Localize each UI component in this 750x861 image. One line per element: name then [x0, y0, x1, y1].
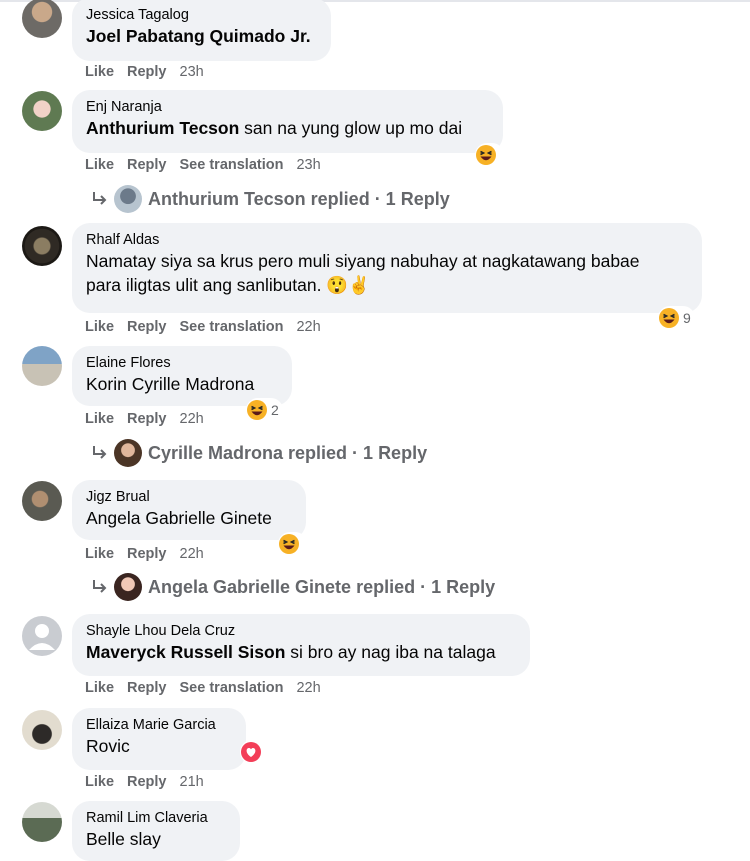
avatar[interactable] — [22, 91, 62, 131]
reply-summary-text: Anthurium Tecson replied · 1 Reply — [148, 188, 450, 209]
mention-link[interactable]: Angela Gabrielle Ginete — [86, 508, 272, 528]
view-replies-link[interactable]: Angela Gabrielle Ginete replied · 1 Repl… — [88, 573, 496, 601]
see-translation-link[interactable]: See translation — [180, 680, 284, 696]
comment-author[interactable]: Shayle Lhou Dela Cruz — [86, 622, 516, 640]
mention-link[interactable]: Rovic — [86, 736, 130, 756]
comment-bubble: Elaine Flores Korin Cyrille Madrona — [72, 346, 292, 406]
reply-button[interactable]: Reply — [127, 774, 167, 790]
reply-arrow-icon — [93, 446, 107, 459]
reply-summary-text: Cyrille Madrona replied · 1 Reply — [148, 442, 428, 463]
mention-link[interactable]: Joel Pabatang Quimado Jr. — [86, 26, 311, 46]
avatar[interactable] — [22, 802, 62, 842]
comment-bubble: Rhalf Aldas Namatay siya sa krus pero mu… — [72, 223, 702, 313]
comment-text: Angela Gabrielle Ginete — [86, 506, 292, 530]
avatar[interactable] — [22, 226, 62, 266]
comment-bubble: Shayle Lhou Dela Cruz Maveryck Russell S… — [72, 614, 530, 676]
like-button[interactable]: Like — [85, 774, 114, 790]
comment-text: Anthurium Tecson san na yung glow up mo … — [86, 118, 463, 138]
reply-arrow-icon — [93, 192, 107, 205]
reply-button[interactable]: Reply — [127, 680, 167, 696]
comment-bubble: Ellaiza Marie Garcia Rovic — [72, 708, 246, 770]
comment-actions: Like Reply See translation 23h — [85, 157, 334, 175]
comment-author[interactable]: Ramil Lim Claveria — [86, 809, 226, 827]
haha-reaction-icon — [279, 534, 299, 554]
comment-actions: Like Reply 22h — [85, 411, 217, 429]
comment-text: Belle slay — [86, 829, 161, 849]
mention-link[interactable]: Korin Cyrille Madrona — [86, 374, 254, 394]
reaction-summary[interactable]: 2 — [246, 398, 283, 422]
view-replies-link[interactable]: Anthurium Tecson replied · 1 Reply — [88, 185, 450, 213]
comment-author[interactable]: Jigz Brual — [86, 488, 292, 506]
see-translation-link[interactable]: See translation — [180, 157, 284, 173]
reply-avatar — [114, 439, 142, 467]
like-button[interactable]: Like — [85, 319, 114, 335]
like-button[interactable]: Like — [85, 680, 114, 696]
comment-timestamp[interactable]: 23h — [296, 157, 320, 173]
comment-timestamp[interactable]: 22h — [180, 411, 204, 427]
reply-arrow-icon — [93, 580, 107, 593]
comment-timestamp[interactable]: 22h — [296, 680, 320, 696]
comment-author[interactable]: Rhalf Aldas — [86, 231, 688, 249]
comment-actions: Like Reply 21h — [85, 774, 217, 792]
reaction-summary[interactable] — [240, 740, 269, 764]
reaction-count: 2 — [271, 402, 279, 418]
comment-actions: Like Reply 23h — [85, 64, 217, 82]
default-avatar-icon — [29, 624, 55, 650]
reply-avatar — [114, 573, 142, 601]
see-translation-link[interactable]: See translation — [180, 319, 284, 335]
reaction-summary[interactable]: 9 — [658, 306, 695, 330]
comment-bubble: Ramil Lim Claveria Belle slay — [72, 801, 240, 861]
comment-text: Korin Cyrille Madrona — [86, 372, 278, 396]
haha-reaction-icon — [247, 400, 267, 420]
reply-button[interactable]: Reply — [127, 546, 167, 562]
reply-button[interactable]: Reply — [127, 411, 167, 427]
reply-avatar — [114, 185, 142, 213]
haha-reaction-icon — [476, 145, 496, 165]
reply-button[interactable]: Reply — [127, 319, 167, 335]
avatar[interactable] — [22, 481, 62, 521]
love-reaction-icon — [241, 742, 261, 762]
comment-timestamp[interactable]: 23h — [180, 64, 204, 80]
avatar[interactable] — [22, 0, 62, 38]
mention-link[interactable]: Belle — [86, 829, 125, 849]
comment-bubble: Jigz Brual Angela Gabrielle Ginete — [72, 480, 306, 540]
avatar[interactable] — [22, 710, 62, 750]
reaction-summary[interactable] — [475, 143, 504, 167]
comment-timestamp[interactable]: 21h — [180, 774, 204, 790]
reaction-summary[interactable] — [278, 532, 307, 556]
avatar[interactable] — [22, 346, 62, 386]
comment-text: Joel Pabatang Quimado Jr. — [86, 24, 317, 48]
comment-actions: Like Reply 22h — [85, 546, 217, 564]
avatar[interactable] — [22, 616, 62, 656]
comment-text: Rovic — [86, 734, 232, 758]
like-button[interactable]: Like — [85, 157, 114, 173]
reaction-count: 9 — [683, 310, 691, 326]
comment-author[interactable]: Jessica Tagalog — [86, 6, 317, 24]
haha-reaction-icon — [659, 308, 679, 328]
reply-summary-text: Angela Gabrielle Ginete replied · 1 Repl… — [148, 576, 496, 597]
comment-text: Namatay siya sa krus pero muli siyang na… — [86, 251, 640, 271]
comment-actions: Like Reply See translation 22h — [85, 319, 334, 337]
comment-actions: Like Reply See translation 22h — [85, 680, 334, 698]
mention-link[interactable]: Anthurium Tecson — [86, 118, 239, 138]
comment-bubble: Enj Naranja Anthurium Tecson san na yung… — [72, 90, 503, 153]
view-replies-link[interactable]: Cyrille Madrona replied · 1 Reply — [88, 439, 428, 467]
like-button[interactable]: Like — [85, 546, 114, 562]
comment-author[interactable]: Ellaiza Marie Garcia — [86, 716, 232, 734]
comment-text: para iligtas ulit ang sanlibutan. 😲✌ — [86, 275, 370, 295]
like-button[interactable]: Like — [85, 64, 114, 80]
comment-timestamp[interactable]: 22h — [180, 546, 204, 562]
like-button[interactable]: Like — [85, 411, 114, 427]
comment-author[interactable]: Elaine Flores — [86, 354, 278, 372]
comment-bubble: Jessica Tagalog Joel Pabatang Quimado Jr… — [72, 0, 331, 61]
mention-link[interactable]: Maveryck Russell Sison — [86, 642, 285, 662]
reply-button[interactable]: Reply — [127, 64, 167, 80]
comment-text: Maveryck Russell Sison si bro ay nag iba… — [86, 642, 496, 662]
reply-button[interactable]: Reply — [127, 157, 167, 173]
comment-author[interactable]: Enj Naranja — [86, 98, 489, 116]
comment-timestamp[interactable]: 22h — [296, 319, 320, 335]
